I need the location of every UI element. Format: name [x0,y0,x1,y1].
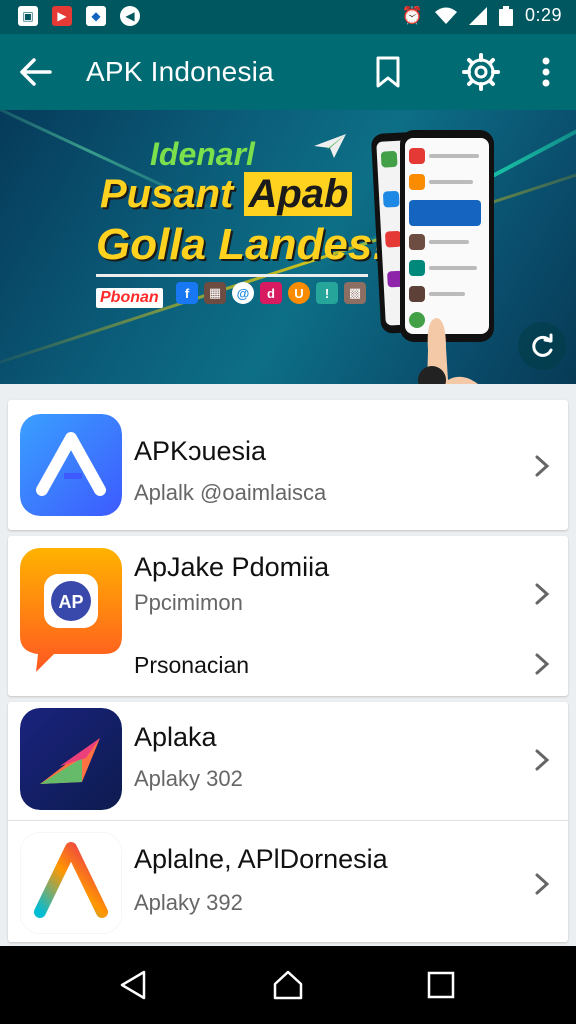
banner-headline-2: Pusant Apab [100,172,353,217]
ucbrowser-icon: U [288,282,310,304]
back-arrow-icon[interactable] [16,52,56,92]
page-title: APK Indonesia [86,56,274,87]
photo-icon: ▦ [204,282,226,304]
refresh-icon [532,333,553,357]
gradient-a-icon [20,832,122,934]
app-title: ApJake Pdomiia [134,552,330,582]
bookmark-icon[interactable] [368,52,408,92]
banner-headline-1: Idenarl [150,136,255,172]
video-icon: ▶ [52,6,72,26]
battery-icon [498,5,513,26]
alert-icon: ! [316,282,338,304]
promo-banner[interactable]: Idenarl Pusant Apab Golla Landes! Pbonan… [0,110,576,384]
alarm-icon: ⏰ [401,5,423,25]
app-title: Aplaka [134,722,217,752]
signal-icon [468,6,487,25]
list-item[interactable]: Aplaka Aplaky 302 Aplalne, APlDornesia A… [8,702,568,942]
chevron-right-icon [535,873,550,895]
image-icon: ◆ [86,6,106,26]
system-nav-bar [0,946,576,1024]
gallery-icon: ▣ [18,6,38,26]
banner-tag: Pbonan [96,288,163,308]
social-icons: f ▦ @ d U ! ▩ [176,282,366,304]
apk-a-icon [20,414,122,516]
home-icon[interactable] [271,968,305,1002]
list-item[interactable]: AP ApJake Pdomiia Ppcimimon Prsonacian [8,536,568,696]
svg-text:AP: AP [58,592,83,612]
app-subtitle: Aplaky 302 [134,766,243,791]
app-subtitle: Aplalk @oaimlaisca [134,480,327,505]
system-icons: ⏰ 0:29 [402,5,562,26]
chevron-right-icon [535,749,550,771]
hand-illustration [418,318,478,384]
at-icon: @ [232,282,254,304]
back-triangle-icon[interactable] [116,968,150,1002]
play-arrow-icon [20,708,122,810]
app-subtitle: Aplaky 392 [134,890,243,915]
clock: 0:29 [524,5,562,25]
list-item[interactable]: APKɔuesia Aplalk @oaimlaisca [8,400,568,530]
status-bar: ▣ ▶ ◆ ◀ ⏰ 0:29 [0,0,576,34]
refresh-button[interactable] [518,322,566,370]
chevron-right-icon [535,583,550,605]
app-title: Aplalne, APlDornesia [134,844,388,874]
banner-headline-3: Golla Landes! [96,220,387,269]
notification-icons: ▣ ▶ ◆ ◀ [18,6,140,26]
app-title: APKɔuesia [134,436,267,466]
messenger-icon: ◀ [120,6,140,26]
game-icon: ▩ [344,282,366,304]
app-extra-label: Prsonacian [134,652,250,678]
settings-icon[interactable] [460,51,502,93]
music-icon: d [260,282,282,304]
divider [8,820,568,821]
paper-plane-icon [314,134,346,158]
app-bar: APK Indonesia [0,34,576,110]
wifi-icon [434,7,457,24]
ap-chat-icon: AP [20,548,122,672]
chevron-right-icon [535,653,550,675]
recents-icon[interactable] [424,968,458,1002]
banner-divider [96,274,368,277]
more-vert-icon[interactable] [532,52,560,92]
facebook-icon: f [176,282,198,304]
chevron-right-icon [535,455,550,477]
app-subtitle: Ppcimimon [134,590,243,615]
